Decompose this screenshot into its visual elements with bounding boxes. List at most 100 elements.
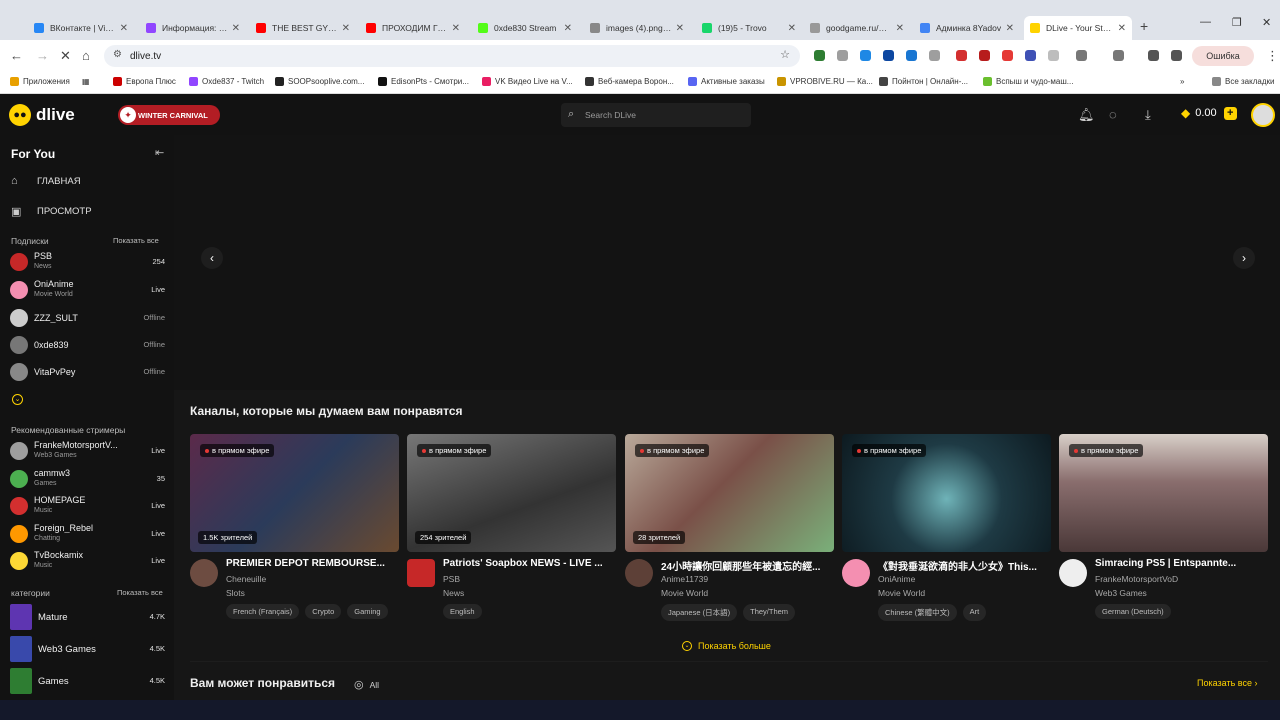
carousel-prev-button[interactable]: ‹: [201, 247, 223, 269]
tag[interactable]: Chinese (繁體中文): [878, 604, 957, 621]
browser-tab[interactable]: 0xde830 Stream ✕: [472, 16, 578, 40]
bookmark-item[interactable]: VPROBIVE.RU — Ка...: [777, 77, 873, 86]
language-filter[interactable]: ◎ All: [354, 678, 379, 691]
minimize-icon[interactable]: —: [1200, 16, 1211, 28]
category-item[interactable]: Games 4.5K: [10, 668, 165, 694]
bookmark-item[interactable]: Вспыш и чудо-маш...: [983, 77, 1073, 86]
stream-category[interactable]: News: [443, 588, 464, 598]
stream-title[interactable]: Patriots' Soapbox NEWS - LIVE ...: [443, 558, 616, 569]
wallet-balance[interactable]: ◆ 0.00 +: [1181, 106, 1237, 120]
menu-icon[interactable]: ⋮: [1266, 48, 1279, 64]
subscription-item[interactable]: PSB News 254: [10, 250, 165, 274]
stream-card[interactable]: в прямом эфире Simracing PS5 | Entspannt…: [1059, 434, 1268, 624]
close-icon[interactable]: ✕: [116, 23, 128, 34]
stream-title[interactable]: Simracing PS5 | Entspannte...: [1095, 558, 1268, 569]
channel-name[interactable]: PSB: [443, 574, 460, 584]
channel-name[interactable]: FrankeMotorsportVoD: [1095, 574, 1178, 584]
extension-icon[interactable]: [837, 50, 848, 61]
browser-tab[interactable]: images (4).png (2...✕: [584, 16, 690, 40]
dlive-logo[interactable]: ●● dlive: [9, 104, 75, 126]
category-item[interactable]: Web3 Games 4.5K: [10, 636, 165, 662]
category-item[interactable]: Mature 4.7K: [10, 604, 165, 630]
bookmark-item[interactable]: Приложения: [10, 77, 70, 86]
stream-card[interactable]: в прямом эфире 254 зрителей Patriots' So…: [407, 434, 616, 624]
site-info-icon[interactable]: ⚙: [113, 49, 122, 60]
back-icon[interactable]: ←: [10, 48, 23, 63]
tag[interactable]: Gaming: [347, 604, 388, 619]
url-field[interactable]: ⚙ dlive.tv ☆: [104, 45, 800, 67]
tag[interactable]: German (Deutsch): [1095, 604, 1171, 619]
close-icon[interactable]: ✕: [784, 23, 796, 34]
channel-name[interactable]: OniAnime: [878, 574, 915, 584]
show-more-button[interactable]: ⌄ Показать больше: [682, 641, 771, 651]
sidebar-item-home[interactable]: ⌂ ГЛАВНАЯ: [11, 175, 81, 187]
carousel-next-button[interactable]: ›: [1233, 247, 1255, 269]
browser-tab[interactable]: ПРОХОДИМ ГТА ✕: [360, 16, 466, 40]
stop-icon[interactable]: ✕: [60, 48, 71, 64]
maximize-icon[interactable]: ❐: [1232, 16, 1242, 29]
extension-icon[interactable]: [860, 50, 871, 61]
tag[interactable]: Art: [962, 604, 987, 621]
winter-carnival-banner[interactable]: ✦ WINTER CARNIVAL: [118, 105, 220, 125]
more-bookmarks-icon[interactable]: »: [1180, 77, 1184, 86]
search-input[interactable]: ⌕ Search DLive: [561, 103, 751, 127]
stream-title[interactable]: 24小時讓你回顧那些年被遺忘的經...: [661, 558, 834, 573]
stream-thumbnail[interactable]: в прямом эфире 254 зрителей: [407, 434, 616, 552]
bookmark-item[interactable]: Пойнтон | Онлайн-...: [879, 77, 968, 86]
tag[interactable]: Crypto: [305, 604, 342, 619]
bookmark-item[interactable]: VK Видео Live на V...: [482, 77, 573, 86]
browser-tab[interactable]: (19)5 - Trovo ✕: [696, 16, 802, 40]
tag[interactable]: French (Français): [226, 604, 300, 619]
channel-avatar[interactable]: [625, 559, 653, 587]
extension-icon[interactable]: [814, 50, 825, 61]
stream-thumbnail[interactable]: в прямом эфире 28 зрителей: [625, 434, 834, 552]
extension-icon[interactable]: [1048, 50, 1059, 61]
close-icon[interactable]: ✕: [228, 23, 240, 34]
profile-error-button[interactable]: Ошибка: [1192, 46, 1254, 66]
forward-icon[interactable]: →: [36, 48, 49, 63]
user-avatar[interactable]: [1251, 103, 1275, 127]
subscription-item[interactable]: VitaPvPey Offline: [10, 360, 165, 384]
media-icon[interactable]: [1171, 50, 1182, 61]
browser-tab[interactable]: THE BEST GYM... ✕: [250, 16, 356, 40]
bookmark-item[interactable]: Европа Плюс: [113, 77, 176, 86]
close-icon[interactable]: ✕: [672, 23, 684, 34]
stream-card[interactable]: в прямом эфире 1.5K зрителей PREMIER DEP…: [190, 434, 399, 624]
browser-tab-active[interactable]: DLive - Your Strea...✕: [1024, 16, 1132, 40]
extension-icon[interactable]: [1025, 50, 1036, 61]
all-bookmarks[interactable]: Все закладки: [1212, 77, 1274, 86]
tag[interactable]: Japanese (日本語): [661, 604, 738, 621]
featured-carousel[interactable]: [174, 135, 1280, 390]
subscription-item[interactable]: ZZZ_SULT Offline: [10, 306, 165, 330]
channel-avatar[interactable]: [1059, 559, 1087, 587]
stream-card[interactable]: в прямом эфире 《對我垂涎欲滴的非人少女》This... OniA…: [842, 434, 1051, 624]
stream-category[interactable]: Movie World: [878, 588, 925, 598]
extension-icon[interactable]: [979, 50, 990, 61]
browser-tab[interactable]: Информация: O... ✕: [140, 16, 246, 40]
browser-tab[interactable]: goodgame.ru/0x... ✕: [804, 16, 910, 40]
tag[interactable]: They/Them: [743, 604, 796, 621]
channel-avatar[interactable]: [842, 559, 870, 587]
add-funds-button[interactable]: +: [1223, 106, 1237, 120]
stream-category[interactable]: Movie World: [661, 588, 708, 598]
grid-icon[interactable]: ▦: [82, 77, 90, 86]
close-icon[interactable]: ✕: [338, 23, 350, 34]
channel-name[interactable]: Cheneuille: [226, 574, 266, 584]
extension-icon[interactable]: [906, 50, 917, 61]
channel-avatar[interactable]: [190, 559, 218, 587]
tab-search-icon[interactable]: [1113, 50, 1124, 61]
extension-icon[interactable]: [929, 50, 940, 61]
stream-category[interactable]: Web3 Games: [1095, 588, 1147, 598]
stream-title[interactable]: PREMIER DEPOT REMBOURSE...: [226, 558, 399, 569]
stream-category[interactable]: Slots: [226, 588, 245, 598]
expand-subscriptions-icon[interactable]: ⌄: [12, 394, 23, 405]
close-icon[interactable]: ✕: [1002, 23, 1014, 34]
sidebar-item-browse[interactable]: ▣ ПРОСМОТР: [11, 205, 92, 218]
stream-thumbnail[interactable]: в прямом эфире: [842, 434, 1051, 552]
recommended-item[interactable]: HOMEPAGE Music Live: [10, 494, 165, 518]
subscriptions-show-all[interactable]: Показать все: [113, 236, 159, 245]
browser-tab[interactable]: ВКонтакте | Video ✕: [28, 16, 134, 40]
extension-icon[interactable]: [1002, 50, 1013, 61]
close-icon[interactable]: ✕: [560, 23, 572, 34]
bookmark-item[interactable]: SOOPsooplive.com...: [275, 77, 364, 86]
